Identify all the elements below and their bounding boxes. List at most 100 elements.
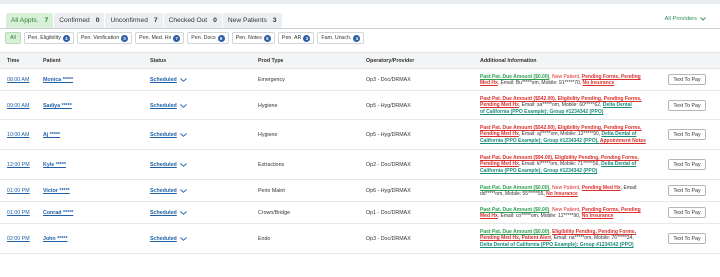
tab-new-patients[interactable]: New Patients 3 — [222, 13, 282, 28]
appointment-time-link[interactable]: 08:00 AM — [7, 77, 29, 83]
patient-name-link[interactable]: Monica ***** — [43, 77, 73, 83]
operatory-provider: Op3 - Doc/DRMAX — [366, 236, 411, 242]
appointment-time-link[interactable]: 10:00 AM — [7, 132, 29, 138]
operatory-provider: Op1 - Doc/DRMAX — [366, 210, 411, 216]
info-link[interactable]: Pending Forms, Pending — [582, 207, 641, 213]
providers-dropdown[interactable]: All Providers — [664, 16, 706, 22]
filter-all[interactable]: All — [5, 32, 21, 44]
patient-name-link[interactable]: Kyle ***** — [43, 162, 66, 168]
text-to-pay-button[interactable]: Text To Pay — [668, 74, 706, 85]
info-link[interactable]: Delta Dental — [603, 102, 632, 108]
info-link[interactable]: California (PPO Example); Group #1234342… — [480, 168, 597, 174]
chevron-down-icon — [179, 104, 187, 108]
status-dropdown[interactable]: Scheduled — [150, 77, 187, 83]
status-dropdown[interactable]: Scheduled — [150, 103, 187, 109]
info-link[interactable]: Pending Forms, Pending — [582, 74, 641, 80]
appointment-time-link[interactable]: 01:00 PM — [7, 210, 30, 216]
patient-name-link[interactable]: Sadiya ***** — [43, 103, 72, 109]
appointment-time-link[interactable]: 02:00 PM — [7, 236, 30, 242]
text-to-pay-button[interactable]: Text To Pay — [668, 185, 706, 196]
info-link[interactable]: Med Hx — [480, 80, 498, 86]
patient-name-link[interactable]: Conrad ***** — [43, 210, 73, 216]
info-line: California (PPO Example); Group #1234342… — [480, 138, 650, 144]
info-link[interactable]: Pending Med Hx — [480, 131, 519, 137]
info-link[interactable]: Pending Med Hx — [480, 102, 519, 108]
info-text: , Email: — [620, 185, 638, 191]
info-text: , New Patient, — [549, 74, 582, 80]
patient-name-link[interactable]: John ***** — [43, 236, 67, 242]
status-label: Scheduled — [150, 210, 177, 216]
text-to-pay-button[interactable]: Text To Pay — [668, 233, 706, 244]
tab-all-appts[interactable]: All Appts. 7 — [6, 13, 54, 28]
tab-label: Unconfirmed — [110, 17, 148, 24]
filter-fam-unsch[interactable]: Fam. Unsch. 4 — [317, 32, 365, 44]
appointment-time-link[interactable]: 09:00 AM — [7, 103, 29, 109]
filter-pen-med-hx[interactable]: Pen. Med. Hx 7 — [135, 32, 185, 44]
info-link[interactable]: Pending Med Hx — [582, 185, 621, 191]
filter-pen-ar[interactable]: Pen. AR 3 — [277, 32, 315, 44]
info-link[interactable]: Past Pat. Due Amount ($94.00), Eligibili… — [480, 155, 639, 161]
info-link[interactable]: Past Pat. Due Amount ($0.00) — [480, 207, 549, 213]
info-link[interactable]: No Insurance — [583, 80, 615, 86]
additional-info: Past Pat. Due Amount ($0.00), New Patien… — [480, 207, 650, 220]
filter-count-badge: 7 — [173, 34, 181, 42]
info-link[interactable]: of California (PPO Example); Group #1234… — [480, 109, 603, 115]
tab-divider — [0, 28, 720, 29]
status-dropdown[interactable]: Scheduled — [150, 132, 187, 138]
text-to-pay-button[interactable]: Text To Pay — [668, 207, 706, 218]
filter-label: Fam. Unsch. — [321, 35, 352, 41]
info-link[interactable]: Past Pat. Due Amount ($542.00), Eligibil… — [480, 125, 642, 131]
status-dropdown[interactable]: Scheduled — [150, 188, 187, 194]
patient-name-link[interactable]: Victor ***** — [43, 188, 70, 194]
info-link[interactable]: Delta Dental of — [601, 161, 636, 167]
info-link[interactable]: Past Pat. Due Amount ($0.00) — [480, 74, 549, 80]
status-dropdown[interactable]: Scheduled — [150, 162, 187, 168]
info-line: dd*****om, Mobile: 55*****55, No Insuran… — [480, 191, 650, 197]
info-link[interactable]: California (PPO Example); Group #1234342… — [480, 138, 600, 144]
table-row: 01:00 PM Victor ***** Scheduled Perio Maint… — [0, 180, 720, 202]
info-link[interactable]: Delta Dental of — [601, 131, 636, 137]
column-header-operatory: Operatory/Provider — [366, 58, 415, 64]
info-link[interactable]: Past Pat. Due Amount ($0.00) — [480, 185, 549, 191]
chevron-down-icon — [179, 237, 187, 241]
info-link[interactable]: No Insurance — [546, 191, 578, 197]
appointment-tabs: All Appts. 7 Confirmed 0 Unconfirmed 7 C… — [6, 13, 282, 28]
prod-type: Hygiene — [258, 132, 278, 138]
filter-pen-notes[interactable]: Pen. Notes 6 — [231, 32, 275, 44]
tab-count: 7 — [153, 17, 158, 24]
column-header-prod-type: Prod Type — [258, 58, 284, 64]
filter-pen-eligibility[interactable]: Pen. Eligibility 4 — [23, 32, 74, 44]
table-row: 02:00 PM John ***** Scheduled Endo Op3 - Doc… — [0, 224, 720, 254]
additional-info: Past Pat. Due Amount ($94.00), Eligibili… — [480, 155, 650, 174]
operatory-provider: Op5 - Hyg/DRMAX — [366, 132, 411, 138]
info-text: dd*****om, Mobile: 55*****55, — [480, 191, 547, 198]
text-to-pay-button[interactable]: Text To Pay — [668, 129, 706, 140]
appointment-time-link[interactable]: 12:00 PM — [7, 162, 30, 168]
operatory-provider: Op5 - Hyg/DRMAX — [366, 103, 411, 109]
status-dropdown[interactable]: Scheduled — [150, 210, 187, 216]
info-link[interactable]: Past Pat. Due Amount ($0.00) — [480, 229, 549, 235]
prod-type: Emergency — [258, 77, 285, 83]
info-link[interactable]: Appointment Notes — [600, 138, 646, 144]
tab-label: New Patients — [227, 17, 267, 24]
info-link[interactable]: Pending Med Hx — [480, 161, 519, 167]
info-text: , Email: Bu*****om, Mobile: 91*****70, — [497, 80, 583, 87]
patient-name-link[interactable]: Aj ***** — [43, 132, 60, 138]
text-to-pay-button[interactable]: Text To Pay — [668, 100, 706, 111]
tab-checked-out[interactable]: Checked Out 0 — [163, 13, 222, 28]
filter-pen-docs[interactable]: Pen. Docs 6 — [187, 32, 229, 44]
text-to-pay-button[interactable]: Text To Pay — [668, 159, 706, 170]
filter-pen-verification[interactable]: Pen. Verification 0 — [76, 32, 133, 44]
info-link[interactable]: Delta Dental of California (PPO Example)… — [480, 242, 634, 248]
chevron-down-icon — [700, 17, 706, 21]
appointment-time-link[interactable]: 01:00 PM — [7, 188, 30, 194]
tab-confirmed[interactable]: Confirmed 0 — [54, 13, 105, 28]
info-link[interactable]: Past Pat. Due Amount ($542.00), Eligibil… — [480, 96, 642, 102]
info-link[interactable]: Pending Med Hx, Patient Alert — [480, 235, 551, 241]
info-link[interactable]: No Insurance — [582, 213, 614, 219]
status-dropdown[interactable]: Scheduled — [150, 236, 187, 242]
info-link[interactable]: Eligibility Pending, Pending Forms, — [552, 229, 636, 235]
tab-count: 0 — [95, 17, 100, 24]
tab-unconfirmed[interactable]: Unconfirmed 7 — [105, 13, 163, 28]
info-link[interactable]: Med Hx — [480, 213, 498, 219]
